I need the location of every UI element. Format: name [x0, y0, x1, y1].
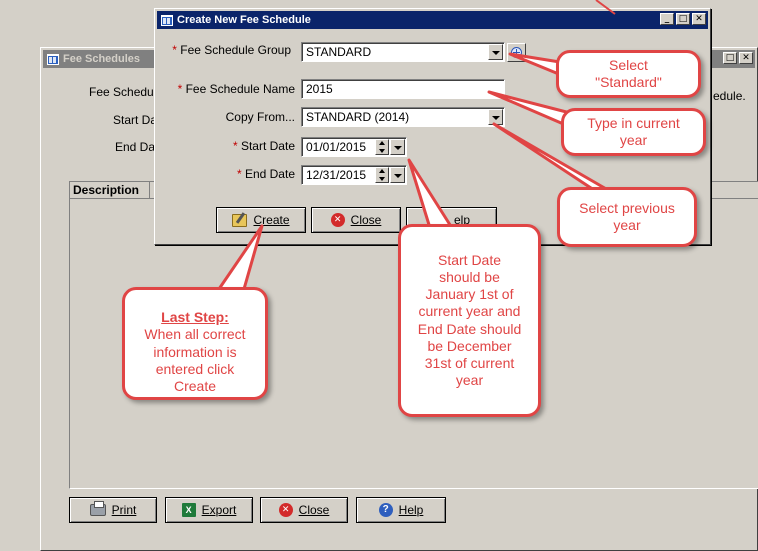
start-date-value: 01/01/2015: [306, 140, 367, 154]
back-close-button[interactable]: Close: [260, 497, 348, 523]
create-button[interactable]: Create: [216, 207, 306, 233]
maximize-icon[interactable]: □: [676, 13, 690, 25]
copy-from-select[interactable]: STANDARD (2014): [301, 107, 505, 127]
callout-last-step-text: When all correct information is entered …: [144, 326, 246, 394]
fee-schedule-group-select[interactable]: STANDARD: [301, 42, 505, 62]
close-window-icon[interactable]: ✕: [739, 52, 753, 64]
close-window-icon[interactable]: ✕: [692, 13, 706, 25]
required-marker: *: [232, 139, 238, 153]
chevron-down-icon[interactable]: [390, 139, 405, 155]
callout-last-step-title: Last Step:: [161, 309, 229, 326]
minimize-icon[interactable]: _: [660, 13, 674, 25]
export-label: Export: [201, 503, 237, 517]
close-icon: [278, 503, 293, 517]
export-button[interactable]: Export: [165, 497, 253, 523]
copy-from-value: STANDARD (2014): [306, 110, 410, 124]
required-marker: *: [177, 82, 183, 96]
end-date-label-text: End Date: [244, 167, 295, 181]
callout-select-standard-text: Select "Standard": [595, 56, 662, 90]
group-label: * Fee Schedule Group: [169, 43, 291, 57]
end-date-label: End Da: [115, 140, 156, 154]
callout-type-year: Type in current year: [561, 108, 706, 156]
create-label: Create: [253, 213, 290, 227]
back-help-button[interactable]: Help: [356, 497, 446, 523]
start-date-input[interactable]: 01/01/2015: [301, 137, 407, 157]
dialog-title: Create New Fee Schedule: [177, 14, 311, 26]
dialog-titlebar[interactable]: Create New Fee Schedule _ □ ✕: [157, 11, 708, 29]
start-date-label: * Start Date: [169, 139, 295, 153]
print-button[interactable]: Print: [69, 497, 157, 523]
end-date-value: 12/31/2015: [306, 168, 367, 182]
back-close-label: Close: [298, 503, 330, 517]
required-marker: *: [236, 167, 242, 181]
table-icon: [47, 53, 59, 65]
group-label-text: Fee Schedule Group: [180, 43, 291, 57]
table-icon: [161, 14, 173, 26]
callout-dates: Start Date should be January 1st of curr…: [398, 224, 541, 417]
end-date-label: * End Date: [169, 167, 295, 181]
name-label-text: Fee Schedule Name: [185, 82, 295, 96]
edit-icon: [232, 213, 248, 227]
copy-from-label: Copy From...: [225, 110, 295, 124]
start-date-label-text: Start Date: [240, 139, 295, 153]
back-help-label: Help: [398, 503, 424, 517]
start-date-label: Start Da: [113, 113, 158, 127]
chevron-down-icon[interactable]: [488, 44, 503, 60]
maximize-icon[interactable]: □: [723, 52, 737, 64]
callout-dates-text: Start Date should be January 1st of curr…: [417, 252, 522, 388]
close-icon: [330, 213, 345, 227]
callout-select-previous-text: Select previous year: [579, 199, 675, 233]
callout-select-previous: Select previous year: [557, 187, 697, 247]
print-label: Print: [111, 503, 137, 517]
group-value: STANDARD: [306, 45, 372, 59]
dialog-close-label: Close: [350, 213, 382, 227]
dialog-close-button[interactable]: Close: [311, 207, 401, 233]
chevron-down-icon[interactable]: [390, 167, 405, 183]
chevron-down-icon[interactable]: [488, 109, 503, 125]
name-label: * Fee Schedule Name: [169, 82, 295, 96]
spinner-icon[interactable]: [375, 167, 389, 183]
description-column-header[interactable]: Description: [70, 182, 150, 199]
schedule-text-fragment: edule.: [713, 89, 746, 103]
fee-schedules-title: Fee Schedules: [63, 53, 141, 65]
fee-schedule-name-input[interactable]: 2015: [301, 79, 505, 99]
callout-last-step: Last Step: When all correct information i…: [122, 287, 268, 400]
spreadsheet-icon: [181, 503, 196, 517]
printer-icon: [89, 501, 106, 516]
spinner-icon[interactable]: [375, 139, 389, 155]
add-group-icon[interactable]: [507, 43, 526, 62]
callout-type-year-text: Type in current year: [587, 114, 680, 148]
required-marker: *: [172, 43, 177, 57]
name-value: 2015: [306, 82, 333, 96]
end-date-input[interactable]: 12/31/2015: [301, 165, 407, 185]
help-icon: [378, 503, 393, 517]
fee-schedule-label: Fee Schedu: [89, 85, 154, 99]
callout-select-standard: Select "Standard": [556, 50, 701, 98]
